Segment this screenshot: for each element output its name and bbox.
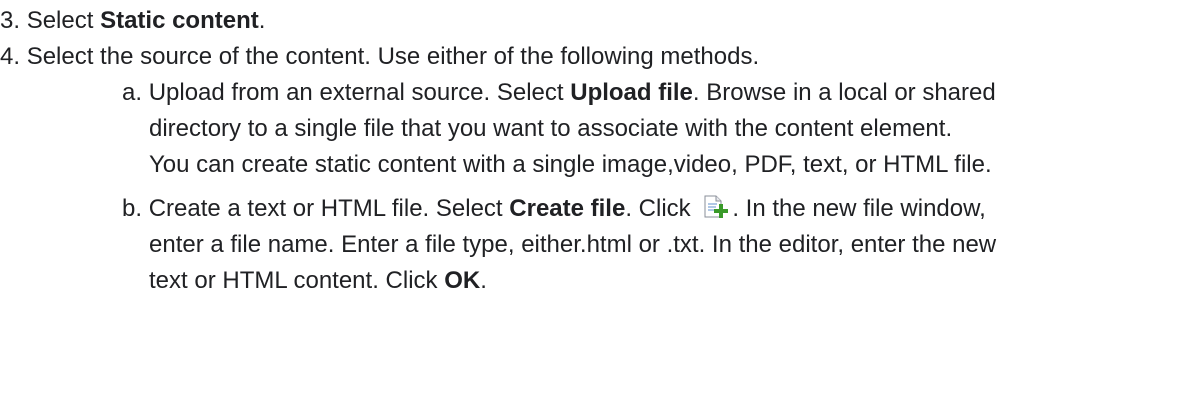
substep-text-mid: . Click [625,195,698,222]
ui-term-create-file: Create file [509,195,626,222]
substep-text-end: . In the new file window, [732,195,986,222]
substep-a-line-3: You can create static content with a sin… [149,151,992,178]
substep-text: Create a text or HTML file. Select [148,195,510,222]
ui-term-ok: OK [444,267,481,294]
substep-a-line-2: directory to a single file that you want… [149,115,953,142]
substep-a: a. Upload from an external source. Selec… [0,75,1199,111]
document-body: 3. Select Static content. 4. Select the … [0,0,1199,299]
substep-text-end: . Browse in a local or shared [692,79,996,106]
substep-b-line-3: text or HTML content. Click OK. [0,263,1199,299]
step-3: 3. Select Static content. [0,3,1199,39]
substep-text: Upload from an external source. Select [148,79,571,106]
substep-letter: b. [122,195,143,222]
step-number: 4. [0,43,21,70]
ui-term-static-content: Static content [100,7,259,34]
step-text-end: . [258,7,266,34]
step-number: 3. [0,7,21,34]
step-4: 4. Select the source of the content. Use… [0,39,1199,75]
step-text: Select the source of the content. Use ei… [26,43,760,70]
step-text: Select [26,7,101,34]
new-file-plus-icon [703,194,729,218]
ui-term-upload-file: Upload file [570,79,693,106]
substep-text-end: . [480,267,487,294]
substep-b: b. Create a text or HTML file. Select Cr… [0,191,1199,227]
substep-b-line-2: enter a file name. Enter a file type, ei… [149,231,997,258]
substep-text: text or HTML content. Click [149,267,445,294]
substep-letter: a. [122,79,143,106]
